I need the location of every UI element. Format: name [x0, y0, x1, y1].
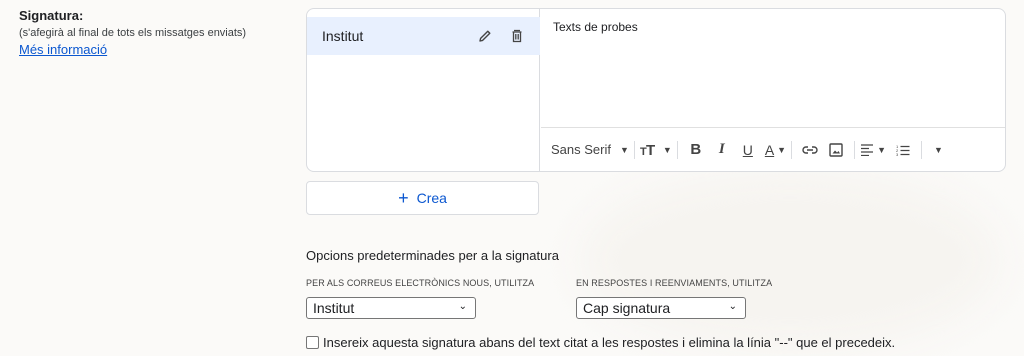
toolbar-divider — [676, 140, 678, 159]
toolbar-divider — [791, 140, 793, 159]
replies-select-value: Cap signatura — [583, 300, 671, 316]
new-mail-signature-select[interactable]: Institut ⌄ — [306, 297, 476, 319]
signature-editor[interactable]: Texts de probes Sans Serif ▼ TT ▼ B I U … — [541, 9, 1005, 171]
font-size-icon[interactable]: TT ▼ — [640, 138, 672, 162]
signature-title: Signatura: — [19, 8, 84, 23]
signature-sublabel: (s'afegirà al final de tots els missatge… — [19, 27, 247, 39]
italic-icon[interactable]: I — [709, 138, 735, 162]
underline-icon[interactable]: U — [735, 138, 761, 162]
svg-text:T: T — [646, 142, 655, 158]
signature-list: Institut — [307, 9, 540, 171]
replies-label: EN RESPOSTES I REENVIAMENTS, UTILITZA — [576, 278, 773, 288]
more-info-link[interactable]: Més informació — [19, 42, 107, 58]
new-mail-select-value: Institut — [313, 300, 355, 316]
text-color-icon[interactable]: A ▼ — [765, 138, 786, 162]
default-signature-heading: Opcions predeterminades per a la signatu… — [306, 248, 559, 263]
more-icon[interactable]: ▼ — [927, 138, 947, 162]
formatting-toolbar: Sans Serif ▼ TT ▼ B I U A ▼ ▼ 1 2 3 ▼ — [541, 127, 1005, 171]
insert-before-label[interactable]: Insereix aquesta signatura abans del tex… — [323, 335, 895, 350]
chevron-down-icon: ▼ — [777, 144, 787, 155]
toolbar-divider — [921, 140, 923, 159]
link-icon[interactable] — [797, 138, 823, 162]
editor-content[interactable]: Texts de probes — [553, 20, 638, 34]
signature-panel: Institut Texts de probes Sans Serif ▼ TT… — [306, 8, 1006, 172]
chevron-down-icon: ▼ — [619, 144, 629, 155]
create-button-label: Crea — [416, 190, 447, 206]
insert-before-option: Insereix aquesta signatura abans del tex… — [306, 335, 895, 350]
edit-icon[interactable] — [476, 27, 494, 45]
toolbar-divider — [854, 140, 856, 159]
signature-section-label: Signatura: (s'afegirà al final de tots e… — [19, 8, 246, 59]
replies-signature-select[interactable]: Cap signatura ⌄ — [576, 297, 746, 319]
insert-before-checkbox[interactable] — [306, 336, 319, 349]
svg-text:3: 3 — [896, 152, 899, 156]
delete-icon[interactable] — [508, 27, 526, 45]
plus-icon: + — [398, 188, 409, 208]
signature-list-item[interactable]: Institut — [307, 17, 540, 55]
signature-item-name: Institut — [322, 28, 364, 44]
chevron-down-icon: ▼ — [877, 144, 887, 155]
font-family-label: Sans Serif — [551, 142, 611, 157]
chevron-down-icon: ▼ — [662, 144, 672, 155]
numbered-list-icon[interactable]: 123 — [890, 138, 916, 162]
create-signature-button[interactable]: + Crea — [306, 181, 539, 215]
font-family-select[interactable]: Sans Serif ▼ — [551, 138, 629, 162]
chevron-down-icon: ⌄ — [458, 301, 467, 312]
chevron-down-icon: ▼ — [934, 144, 943, 155]
bold-icon[interactable]: B — [683, 138, 709, 162]
toolbar-divider — [633, 140, 635, 159]
align-icon[interactable]: ▼ — [860, 138, 886, 162]
chevron-down-icon: ⌄ — [728, 301, 737, 312]
background-decoration — [580, 170, 1000, 350]
text-color-letter: A — [764, 141, 775, 158]
image-icon[interactable] — [823, 138, 849, 162]
new-mail-label: PER ALS CORREUS ELECTRÒNICS NOUS, UTILIT… — [306, 278, 535, 288]
